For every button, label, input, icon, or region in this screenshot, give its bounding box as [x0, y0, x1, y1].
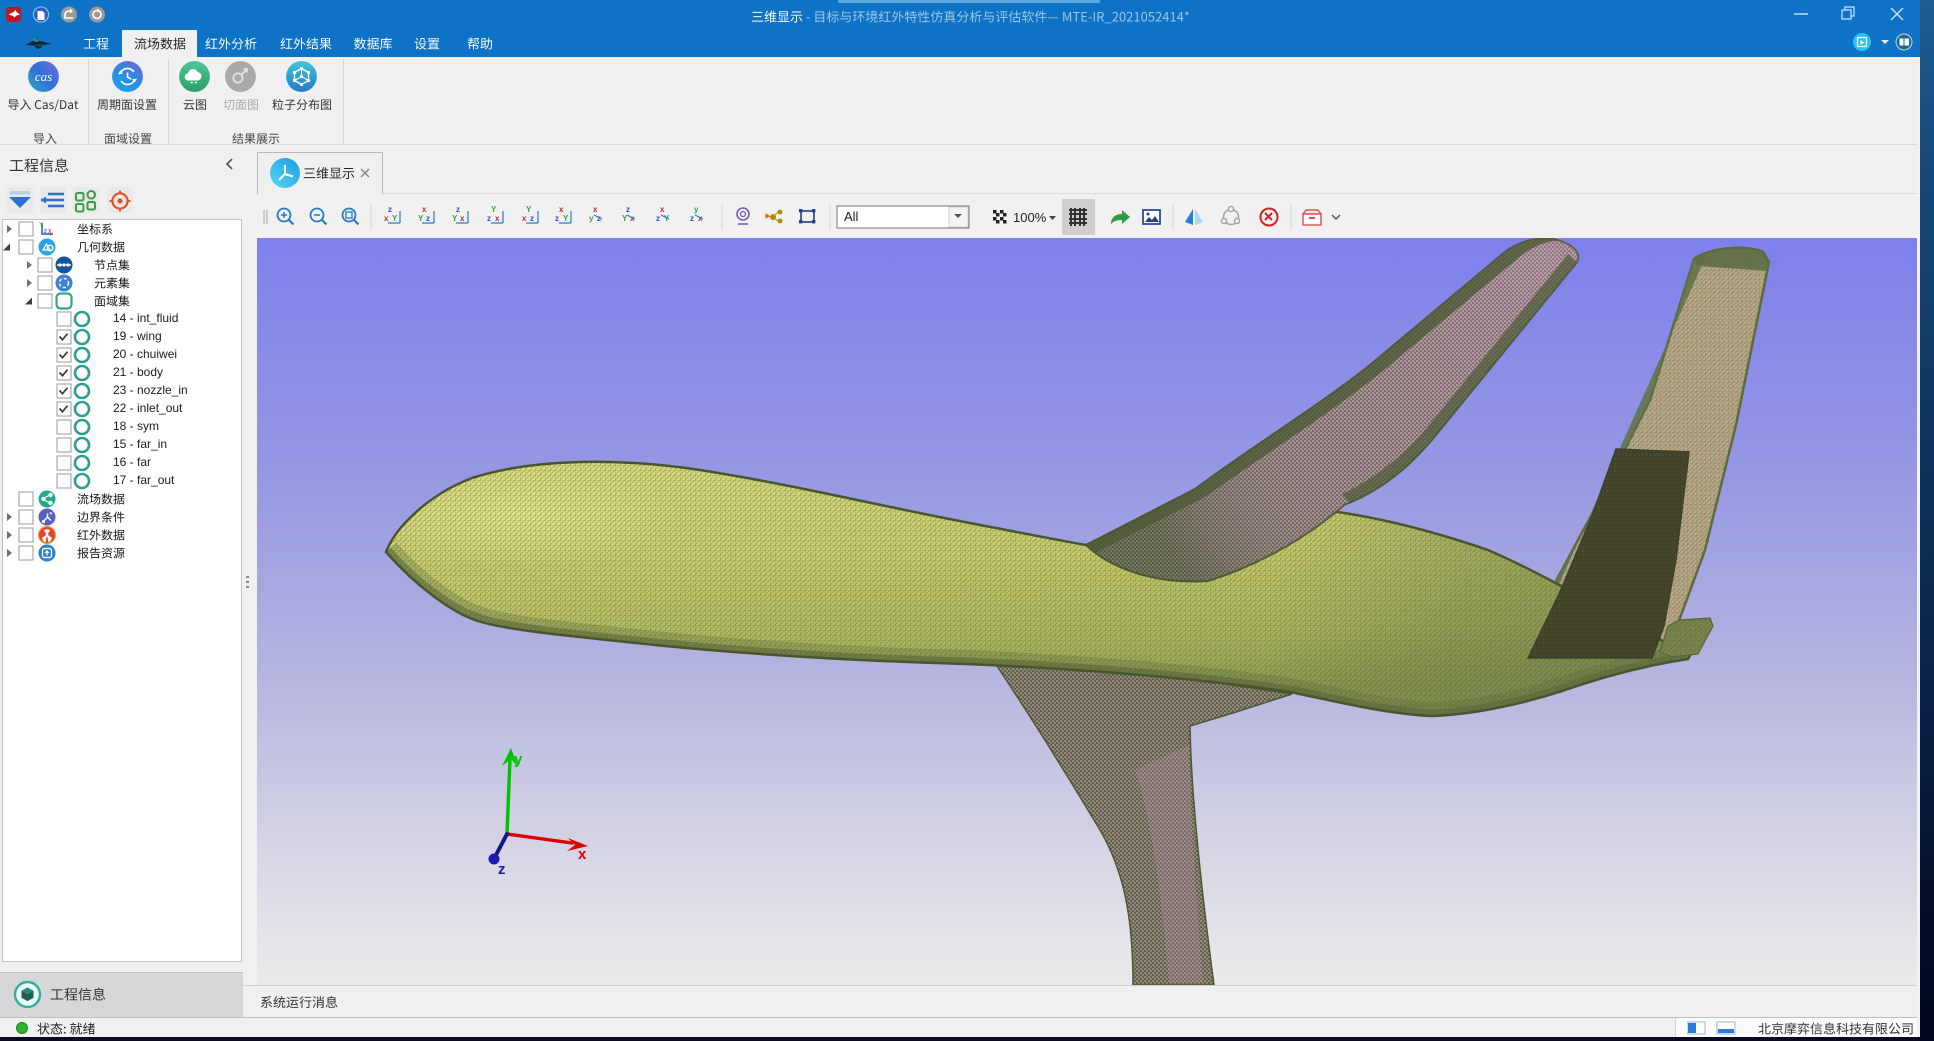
svg-text:x: x	[660, 205, 665, 214]
svg-text:y: y	[589, 214, 594, 223]
svg-text:x: x	[460, 214, 465, 223]
svg-text:z: z	[426, 214, 430, 223]
svg-text:x: x	[593, 205, 598, 214]
svg-text:z: z	[690, 214, 694, 223]
svg-text:z: z	[530, 214, 534, 223]
svg-text:z: z	[656, 214, 660, 223]
svg-text:z: z	[388, 205, 392, 214]
svg-text:z: z	[456, 205, 460, 214]
svg-text:x: x	[495, 214, 500, 223]
svg-text:x: x	[559, 205, 564, 214]
svg-text:All: All	[844, 209, 859, 224]
svg-text:x: x	[384, 214, 389, 223]
svg-text:x: x	[48, 228, 52, 235]
svg-text:Y: Y	[563, 214, 569, 223]
svg-text:x: x	[522, 214, 527, 223]
svg-text:Y: Y	[418, 214, 424, 223]
svg-text:z: z	[44, 228, 48, 235]
svg-text:Y: Y	[39, 222, 44, 229]
svg-text:x: x	[578, 846, 587, 863]
svg-text:Y: Y	[452, 214, 458, 223]
svg-text:x: x	[422, 205, 427, 214]
svg-text:y: y	[694, 205, 699, 214]
svg-text:z: z	[626, 205, 630, 214]
svg-text:cas: cas	[35, 69, 52, 84]
svg-text:Y: Y	[392, 214, 398, 223]
svg-text:z: z	[555, 214, 559, 223]
svg-text:Y: Y	[526, 205, 532, 214]
svg-text:z: z	[498, 861, 506, 878]
svg-text:Y: Y	[491, 205, 497, 214]
svg-text:y: y	[514, 751, 523, 768]
svg-text:z: z	[487, 214, 491, 223]
svg-text:100%: 100%	[1013, 210, 1047, 225]
